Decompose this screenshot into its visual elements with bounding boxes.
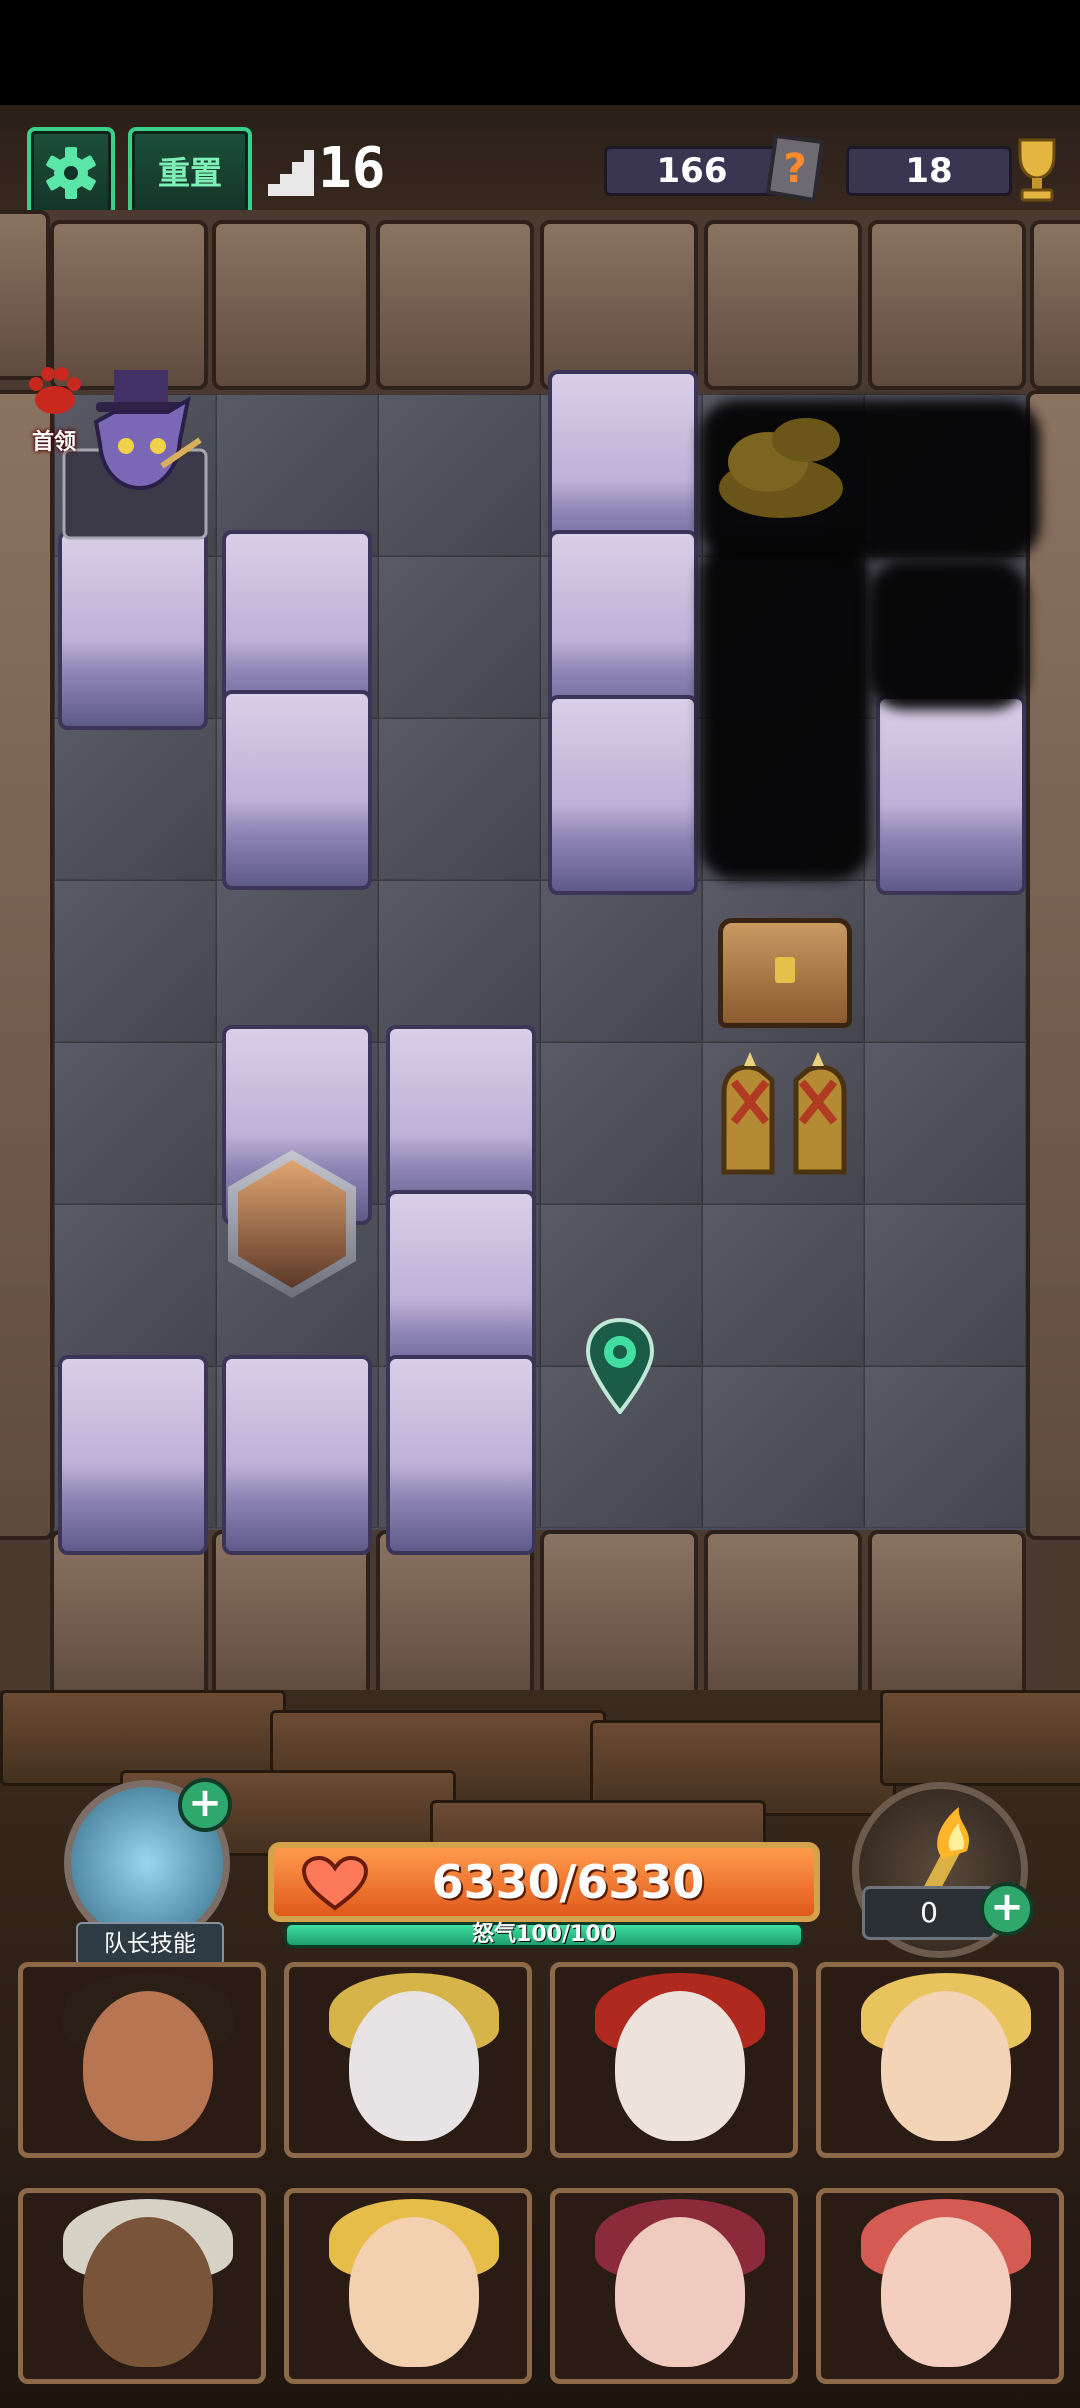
keys-counter: 166 <box>604 146 780 196</box>
captain-skill-label: 队长技能 <box>76 1922 224 1966</box>
rage-text: 怒气100/100 <box>472 1922 616 1947</box>
hp-text: 6330/6330 <box>431 1855 705 1909</box>
trophy-icon <box>1018 138 1056 202</box>
floor-tile[interactable] <box>54 1042 216 1204</box>
floor-tile[interactable] <box>864 1366 1026 1528</box>
settings-button[interactable] <box>27 127 115 219</box>
torch-count: 0 <box>862 1886 996 1940</box>
gold-pile-icon <box>719 418 843 518</box>
hero-portrait <box>238 1160 346 1288</box>
floor-tile[interactable] <box>378 556 540 718</box>
rock-block <box>548 695 698 895</box>
hero-portrait-card[interactable] <box>284 1962 532 2158</box>
treasure-chest[interactable] <box>718 918 852 1028</box>
trophy-counter: 18 <box>846 146 1012 196</box>
floor-tile[interactable] <box>54 718 216 880</box>
floor-tile[interactable] <box>54 1204 216 1366</box>
floor-tile[interactable] <box>378 394 540 556</box>
floor-tile[interactable] <box>216 880 378 1042</box>
floor-tile[interactable] <box>540 1042 702 1204</box>
hero-portrait-card[interactable] <box>284 2188 532 2384</box>
fog-tile <box>700 540 870 880</box>
floor-tile[interactable] <box>864 1042 1026 1204</box>
boss-paw-icon <box>29 367 81 414</box>
settings-gear-icon <box>46 147 96 199</box>
rock-block <box>222 1355 372 1555</box>
rock-block <box>386 1355 536 1555</box>
rock-block <box>876 695 1026 895</box>
floor-tile[interactable] <box>378 718 540 880</box>
golden-gate-icon[interactable] <box>714 1052 854 1182</box>
status-bar <box>0 0 1080 105</box>
fog-tile <box>868 560 1028 710</box>
boss-label: 首领 <box>32 430 77 455</box>
captain-skill-plus-button[interactable]: + <box>178 1778 232 1832</box>
floor-tile[interactable] <box>864 880 1026 1042</box>
hero-portrait-card[interactable] <box>816 1962 1064 2158</box>
rock-block <box>222 690 372 890</box>
keystone-icon: ? <box>765 133 825 203</box>
floor-tile[interactable] <box>54 880 216 1042</box>
map-marker-icon[interactable] <box>584 1318 656 1414</box>
floor-tile[interactable] <box>378 880 540 1042</box>
floor-tile[interactable] <box>702 1204 864 1366</box>
floor-tile[interactable] <box>540 880 702 1042</box>
rock-block <box>58 1355 208 1555</box>
hero-portrait-card[interactable] <box>18 2188 266 2384</box>
hero-portrait-card[interactable] <box>816 2188 1064 2384</box>
floor-tile[interactable] <box>702 1366 864 1528</box>
torch-plus-button[interactable]: + <box>980 1882 1034 1936</box>
stairs-icon <box>268 150 314 196</box>
reset-button[interactable]: 重置 <box>128 127 252 219</box>
hero-portrait-card[interactable] <box>550 2188 798 2384</box>
hero-portrait-card[interactable] <box>550 1962 798 2158</box>
svg-text:?: ? <box>783 146 806 192</box>
hero-portrait-card[interactable] <box>18 1962 266 2158</box>
rock-block <box>58 530 208 730</box>
floor-tile[interactable] <box>864 1204 1026 1366</box>
floor-number: 16 <box>318 136 386 201</box>
